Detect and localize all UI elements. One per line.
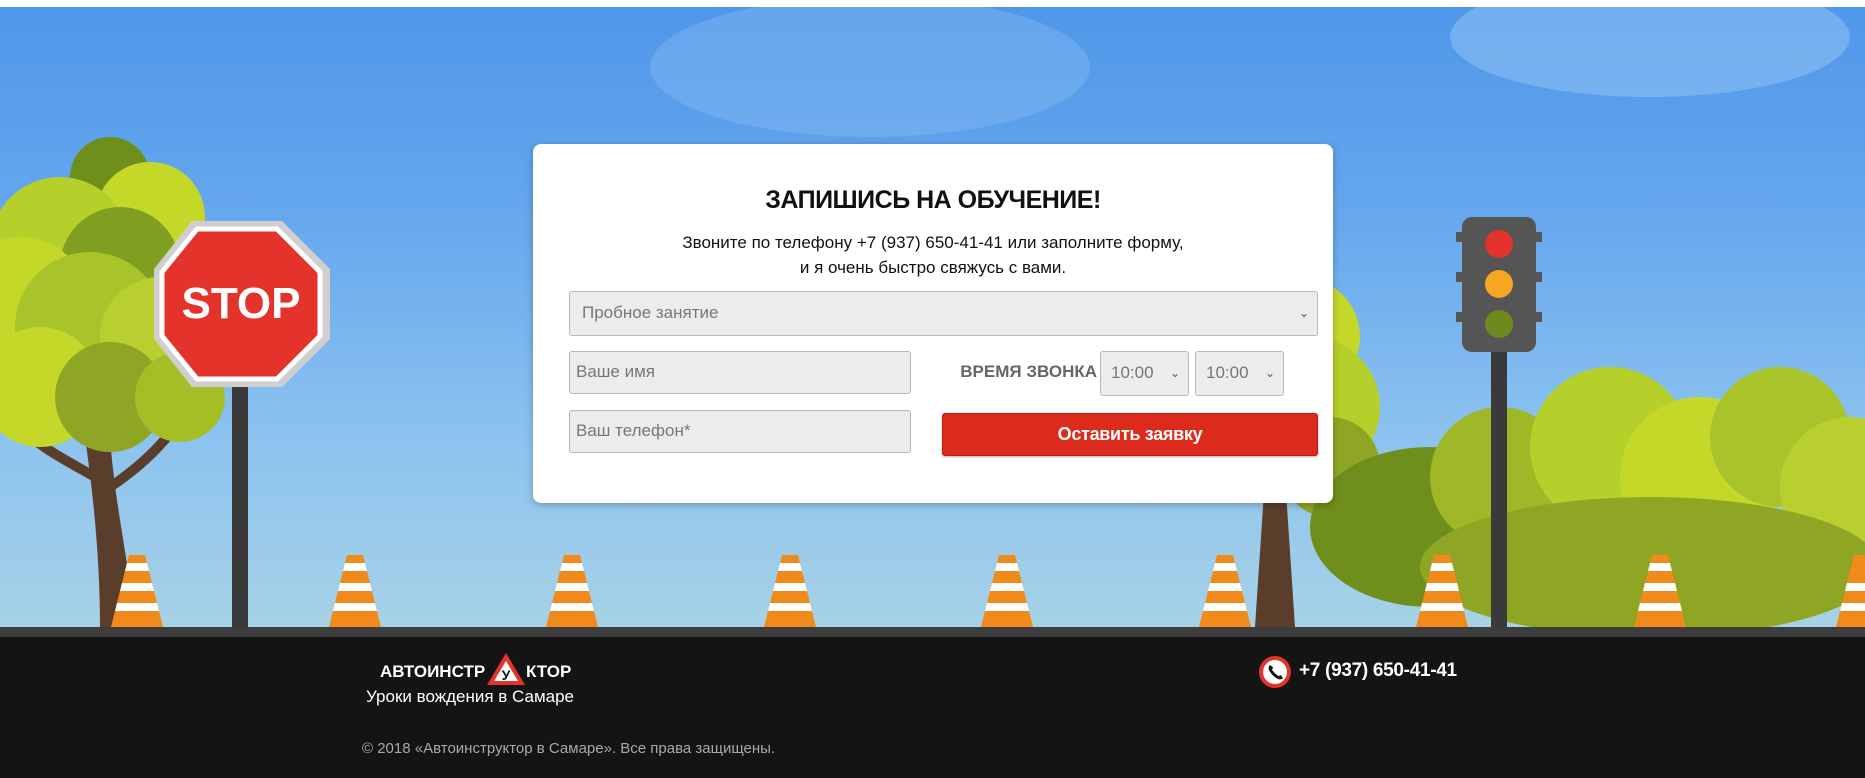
- form-subtitle: Звоните по телефону +7 (937) 650-41-41 и…: [533, 230, 1333, 280]
- chevron-down-icon: ⌄: [1298, 306, 1309, 320]
- submit-request-button[interactable]: Оставить заявку: [942, 413, 1318, 456]
- time-to-value: 10:00: [1206, 363, 1249, 382]
- logo-badge-letter: У: [502, 667, 511, 683]
- logo-text-part1: АВТОИНСТР: [380, 662, 486, 681]
- course-select-value: Пробное занятие: [582, 303, 719, 322]
- name-input[interactable]: Ваше имя: [569, 351, 911, 394]
- footer: АВТОИНСТР У КТОР Уроки вождения в Самаре…: [0, 637, 1865, 778]
- time-to-select[interactable]: 10:00 ⌄: [1195, 351, 1284, 396]
- footer-tagline: Уроки вождения в Самаре: [366, 687, 574, 706]
- warning-triangle-icon: У: [487, 653, 525, 685]
- bushes-illustration: [1310, 367, 1865, 627]
- ground-strip: [0, 627, 1865, 637]
- footer-phone-link[interactable]: +7 (937) 650-41-41: [1299, 660, 1457, 682]
- phone-input-placeholder: Ваш телефон*: [576, 421, 691, 440]
- form-subtitle-line1: Звоните по телефону +7 (937) 650-41-41 и…: [682, 233, 1184, 252]
- form-subtitle-line2: и я очень быстро свяжусь с вами.: [799, 258, 1067, 277]
- phone-input[interactable]: Ваш телефон*: [569, 410, 911, 453]
- signup-form-card: ЗАПИШИСЬ НА ОБУЧЕНИЕ! Звоните по телефон…: [533, 144, 1333, 503]
- course-select[interactable]: Пробное занятие ⌄: [569, 291, 1318, 336]
- top-strip: [0, 0, 1865, 7]
- call-time-label: ВРЕМЯ ЗВОНКА: [960, 362, 1097, 381]
- stop-sign-text: STOP: [181, 279, 300, 328]
- chevron-down-icon: ⌄: [1264, 366, 1275, 380]
- footer-copyright: © 2018 «Автоинструктор в Самаре». Все пр…: [362, 740, 776, 757]
- time-from-value: 10:00: [1111, 363, 1154, 382]
- name-input-placeholder: Ваше имя: [576, 362, 655, 381]
- form-title: ЗАПИШИСЬ НА ОБУЧЕНИЕ!: [765, 186, 1101, 214]
- time-from-select[interactable]: 10:00 ⌄: [1100, 351, 1189, 396]
- hero-scene: STOP ЗАПИШИСЬ НА ОБУЧЕНИЕ! Звоните по те…: [0, 7, 1865, 627]
- chevron-down-icon: ⌄: [1169, 366, 1180, 380]
- logo-text-part2: КТОР: [526, 662, 572, 681]
- phone-icon[interactable]: [1258, 655, 1292, 689]
